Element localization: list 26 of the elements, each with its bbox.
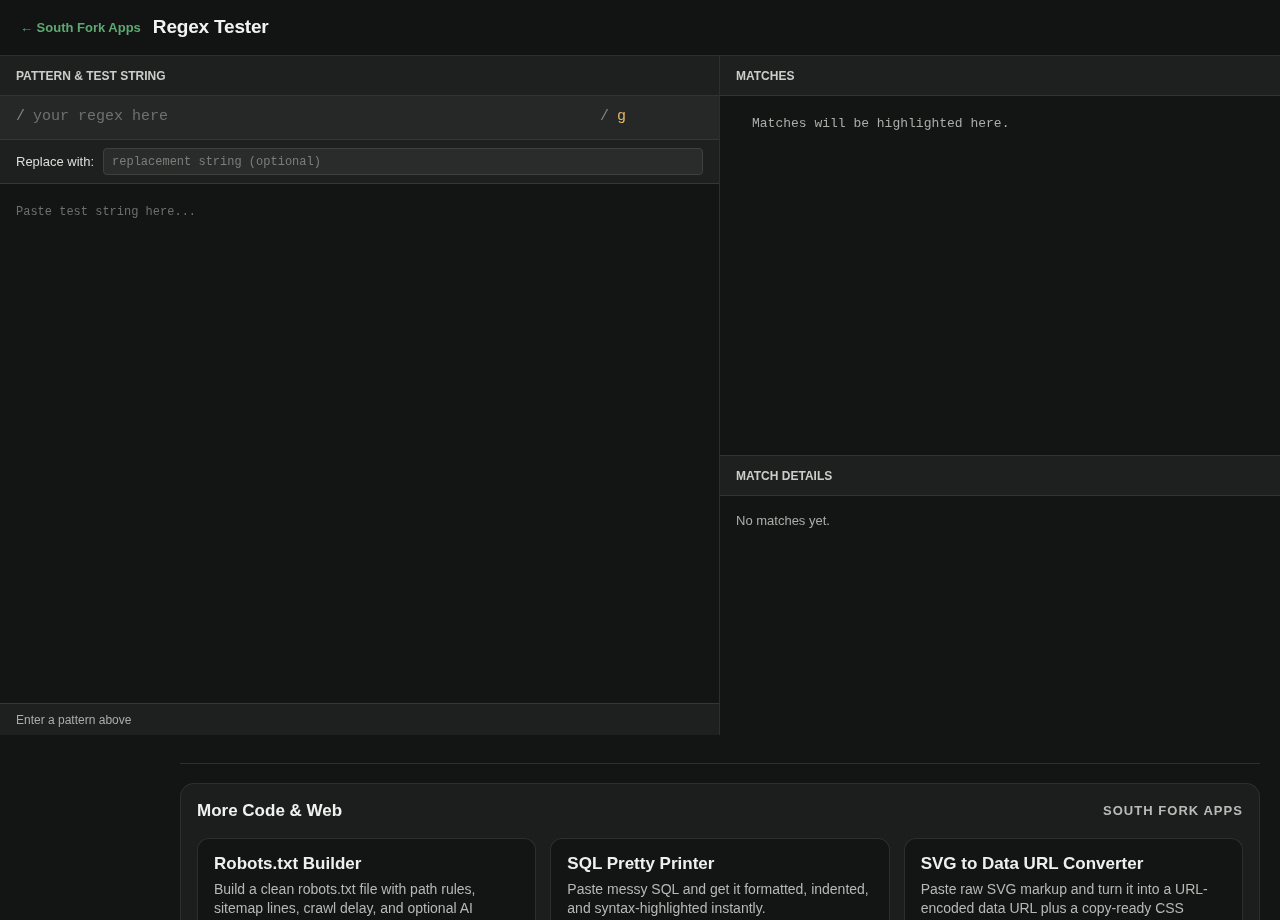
section-title: More Code & Web <box>197 800 343 822</box>
card-title: SVG to Data URL Converter <box>920 852 1145 875</box>
panel-title: MATCHES <box>736 67 795 85</box>
tool-card[interactable]: SQL Pretty Printer Paste messy SQL and get it formatted, indented, and syntax-highlighted instantly. <box>550 837 890 920</box>
panel-title: MATCH DETAILS <box>736 467 833 485</box>
card-description: Build a clean robots.txt file with path rules, sitemap lines, crawl delay, and optional AI <box>214 879 477 918</box>
regex-field[interactable]: / your regex here / g <box>0 96 719 140</box>
regex-input[interactable]: your regex here <box>33 106 592 129</box>
brand-label: SOUTH FORK APPS <box>1102 802 1243 820</box>
regex-delimiter: / <box>600 107 609 128</box>
card-title: Robots.txt Builder <box>214 852 363 875</box>
details-empty-message: No matches yet. <box>736 512 830 530</box>
matches-empty-message: Matches will be highlighted here. <box>752 115 1010 133</box>
card-description: Paste messy SQL and get it formatted, indented, and syntax-highlighted instantly. <box>567 879 870 918</box>
tool-card[interactable]: SVG to Data URL Converter Paste raw SVG markup and turn it into a URL-encoded data URL plus a copy-ready CSS <box>903 837 1243 920</box>
card-description: Paste raw SVG markup and turn it into a URL-encoded data URL plus a copy-ready CSS <box>920 879 1209 918</box>
panel-title: PATTERN & TEST STRING <box>16 67 166 85</box>
status-text: Enter a pattern above <box>16 711 132 729</box>
card-title: SQL Pretty Printer <box>567 852 716 875</box>
flags-input[interactable]: g <box>617 106 703 129</box>
back-link[interactable]: ← South Fork Apps <box>20 17 141 38</box>
replace-label: Replace with: <box>16 152 95 171</box>
tool-card[interactable]: Robots.txt Builder Build a clean robots.txt file with path rules, sitemap lines, crawl delay, and optional AI <box>197 837 537 920</box>
replace-input[interactable]: replacement string (optional) <box>103 148 703 175</box>
regex-delimiter: / <box>16 107 25 128</box>
page-title: Regex Tester <box>152 15 269 40</box>
